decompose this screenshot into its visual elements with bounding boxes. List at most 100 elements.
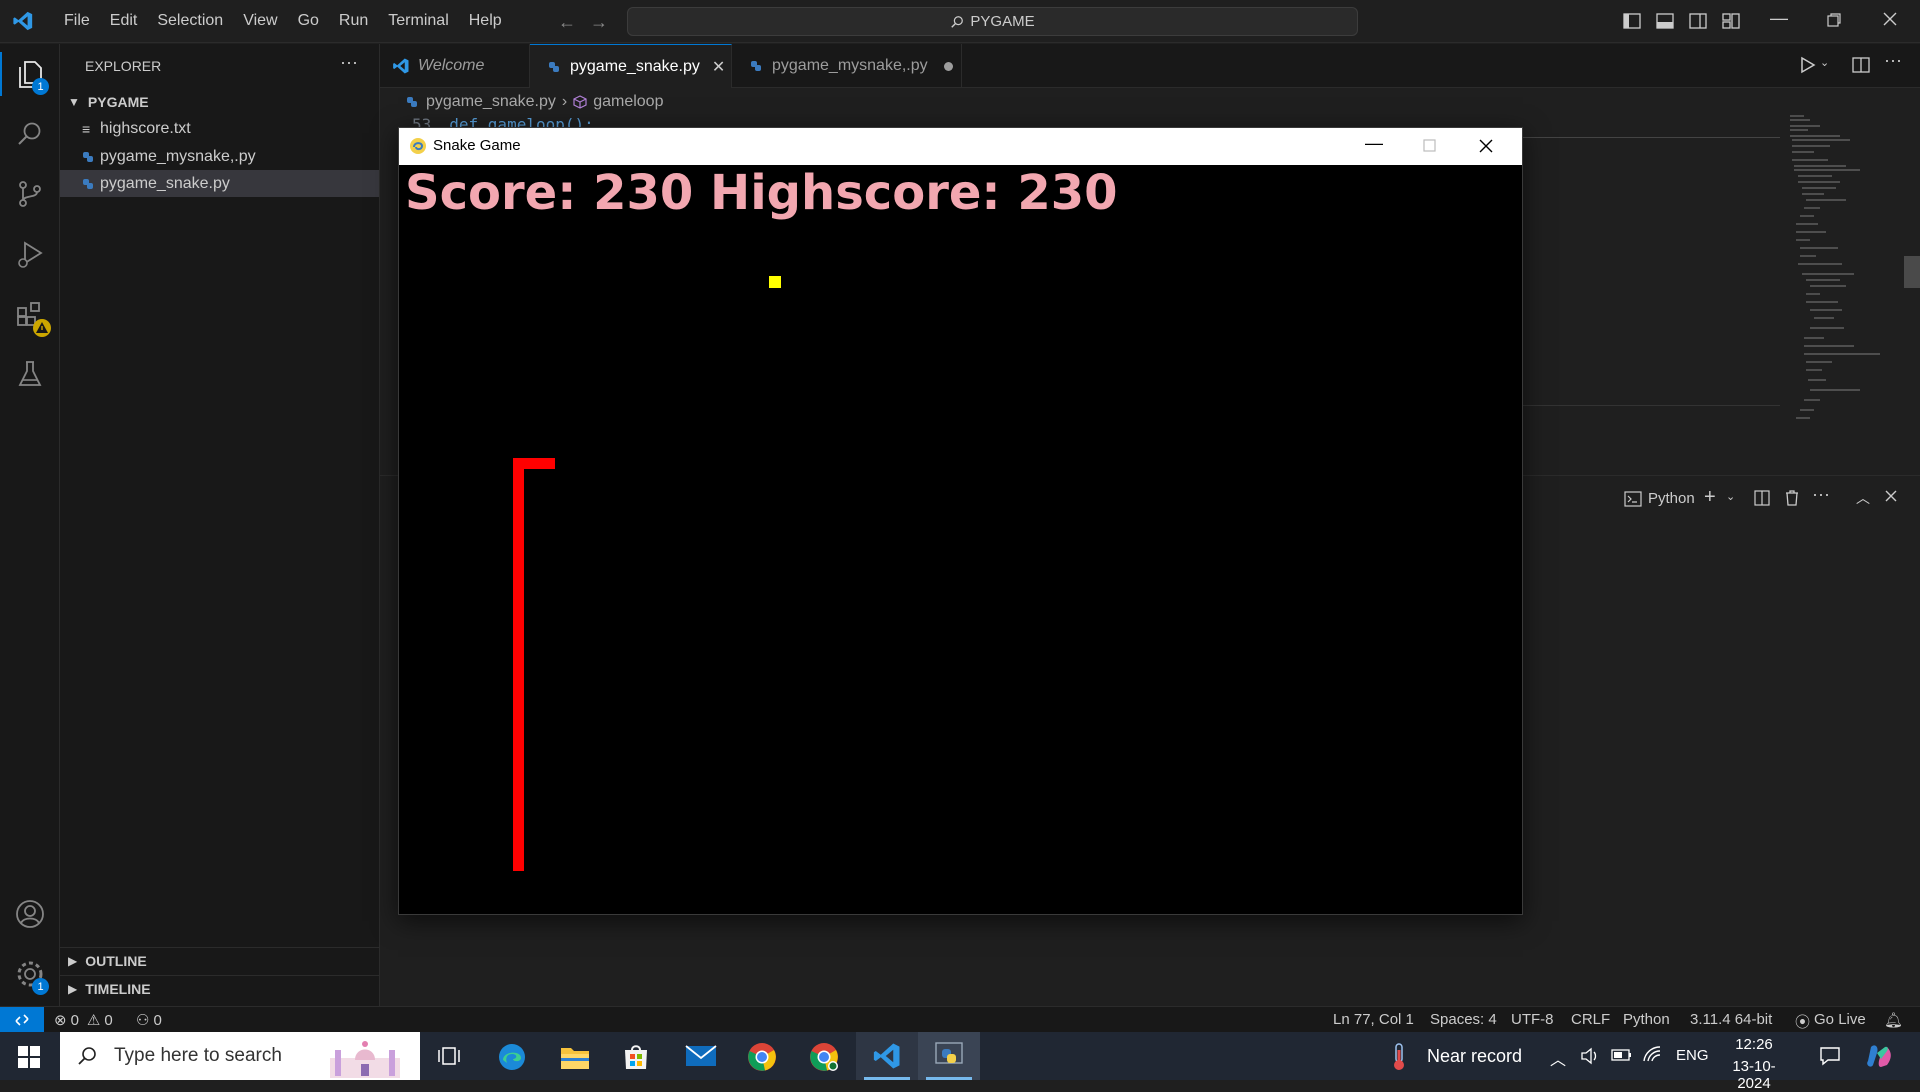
copilot-icon[interactable] — [1865, 1043, 1893, 1069]
split-editor-icon[interactable] — [1852, 56, 1870, 74]
scrollbar-thumb[interactable] — [1904, 256, 1920, 288]
problems-indicator[interactable]: ⊗ 0 ⚠ 0 — [54, 1011, 113, 1030]
breadcrumb-file[interactable]: pygame_snake.py — [426, 93, 556, 111]
game-minimize-icon[interactable]: — — [1365, 133, 1383, 154]
breadcrumb-symbol[interactable]: gameloop — [593, 93, 663, 111]
tab-pygame-snake[interactable]: pygame_snake.py ✕ — [530, 44, 732, 88]
input-language[interactable]: ENG — [1676, 1047, 1709, 1064]
maximize-panel-icon[interactable]: ︿ — [1856, 488, 1870, 508]
source-control-icon[interactable] — [0, 166, 60, 222]
run-debug-icon[interactable] — [0, 226, 60, 282]
menu-run[interactable]: Run — [329, 12, 378, 30]
accounts-icon[interactable] — [0, 886, 60, 942]
game-canvas[interactable]: Score: 230 Highscore: 230 — [399, 165, 1522, 914]
editor-more-icon[interactable]: ··· — [1884, 50, 1902, 71]
indentation[interactable]: Spaces: 4 — [1430, 1011, 1497, 1028]
battery-icon[interactable] — [1611, 1047, 1633, 1063]
encoding[interactable]: UTF-8 — [1511, 1011, 1554, 1028]
line-endings[interactable]: CRLF — [1571, 1011, 1610, 1028]
menu-edit[interactable]: Edit — [100, 12, 148, 30]
ports-indicator[interactable]: ⚇ 0 — [136, 1011, 162, 1030]
restore-icon[interactable] — [1826, 12, 1842, 28]
menu-selection[interactable]: Selection — [147, 12, 233, 30]
clock-time[interactable]: 12:26 — [1720, 1036, 1788, 1053]
snake-game-window[interactable]: Snake Game — Score: 230 Highscore: 230 — [398, 127, 1523, 915]
method-icon — [573, 95, 587, 109]
tray-chevron-up-icon[interactable]: ︿ — [1550, 1046, 1566, 1070]
minimize-icon[interactable]: — — [1770, 8, 1788, 29]
taskbar-python-game[interactable] — [918, 1032, 980, 1080]
file-item-highscore[interactable]: ≡ highscore.txt — [60, 115, 379, 142]
taskbar-vscode[interactable] — [856, 1032, 918, 1080]
run-python-icon[interactable] — [1800, 56, 1816, 74]
language-mode[interactable]: Python — [1623, 1011, 1670, 1028]
tab-label: pygame_mysnake,.py — [772, 57, 928, 74]
food-pellet — [769, 276, 781, 288]
timeline-section[interactable]: ▶ TIMELINE — [60, 975, 379, 1002]
go-live-button[interactable]: ⦿ Go Live — [1795, 1011, 1866, 1032]
toggle-panel-icon[interactable] — [1656, 12, 1674, 30]
outline-section[interactable]: ▶ OUTLINE — [60, 947, 379, 974]
explorer-icon[interactable]: 1 — [0, 46, 60, 102]
menu-terminal[interactable]: Terminal — [378, 12, 458, 30]
new-terminal-icon[interactable]: + — [1704, 486, 1716, 509]
panel-more-icon[interactable]: ··· — [1812, 484, 1830, 505]
toggle-primary-sidebar-icon[interactable] — [1623, 12, 1641, 30]
notification-center-icon[interactable] — [1819, 1046, 1841, 1066]
ports-count: 0 — [153, 1011, 162, 1029]
clock-date[interactable]: 13-10-2024 — [1716, 1058, 1792, 1092]
edge-browser-icon[interactable] — [497, 1042, 527, 1072]
close-icon[interactable] — [1882, 11, 1898, 27]
extensions-icon[interactable] — [0, 286, 60, 342]
taskbar-search-box[interactable]: Type here to search — [60, 1032, 420, 1080]
back-arrow-icon[interactable]: ← — [558, 12, 576, 33]
volume-icon[interactable] — [1580, 1046, 1600, 1066]
snake-segment-body — [513, 458, 524, 871]
trash-icon[interactable] — [1784, 489, 1800, 507]
run-dropdown-icon[interactable]: ⌄ — [1820, 56, 1829, 69]
more-actions-icon[interactable]: ··· — [340, 52, 358, 73]
menu-file[interactable]: File — [54, 12, 100, 30]
remote-button[interactable] — [0, 1007, 44, 1032]
command-center[interactable]: PYGAME — [627, 7, 1358, 36]
tab-close-icon[interactable]: ✕ — [712, 57, 725, 77]
task-view-icon[interactable] — [437, 1045, 461, 1067]
weather-text[interactable]: Near record — [1427, 1046, 1522, 1067]
tab-welcome[interactable]: Welcome — [380, 44, 530, 88]
python-file-icon — [549, 61, 559, 72]
terminal-selector[interactable]: Python — [1624, 490, 1695, 507]
forward-arrow-icon[interactable]: → — [590, 12, 608, 33]
warning-badge-icon — [33, 319, 51, 337]
customize-layout-icon[interactable] — [1722, 12, 1740, 30]
tab-pygame-mysnake[interactable]: pygame_mysnake,.py — [732, 44, 962, 88]
chrome-profile-icon[interactable] — [809, 1042, 839, 1072]
game-close-icon[interactable] — [1479, 139, 1493, 153]
thermometer-icon[interactable] — [1388, 1042, 1410, 1072]
game-title-bar[interactable]: Snake Game — — [399, 128, 1522, 165]
split-terminal-icon[interactable] — [1754, 490, 1770, 506]
windows-start-icon[interactable] — [18, 1046, 40, 1068]
file-item-mysnake[interactable]: pygame_mysnake,.py — [60, 143, 379, 170]
folder-header[interactable]: ▼ PYGAME — [60, 88, 379, 115]
close-panel-icon[interactable] — [1884, 489, 1898, 503]
wifi-icon[interactable] — [1642, 1045, 1662, 1065]
settings-gear-icon[interactable]: 1 — [0, 946, 60, 1002]
search-icon[interactable] — [0, 106, 60, 162]
menu-view[interactable]: View — [233, 12, 287, 30]
testing-icon[interactable] — [0, 346, 60, 402]
chrome-icon[interactable] — [747, 1042, 777, 1072]
file-item-snake-selected[interactable]: pygame_snake.py — [60, 170, 379, 197]
cursor-position[interactable]: Ln 77, Col 1 — [1333, 1011, 1414, 1028]
mail-icon[interactable] — [685, 1044, 717, 1068]
terminal-dropdown-icon[interactable]: ⌄ — [1726, 490, 1735, 503]
menu-go[interactable]: Go — [288, 12, 329, 30]
notifications-bell-icon[interactable]: 🔔︎ — [1884, 1011, 1903, 1029]
minimap[interactable] — [1780, 108, 1920, 478]
score-text: Score: 230 Highscore: 230 — [405, 165, 1118, 221]
file-explorer-icon[interactable] — [560, 1044, 590, 1070]
menu-help[interactable]: Help — [459, 12, 512, 30]
microsoft-store-icon[interactable] — [622, 1043, 650, 1071]
game-maximize-icon[interactable] — [1423, 139, 1436, 152]
toggle-secondary-sidebar-icon[interactable] — [1689, 12, 1707, 30]
python-interpreter[interactable]: 3.11.4 64-bit — [1690, 1011, 1772, 1028]
